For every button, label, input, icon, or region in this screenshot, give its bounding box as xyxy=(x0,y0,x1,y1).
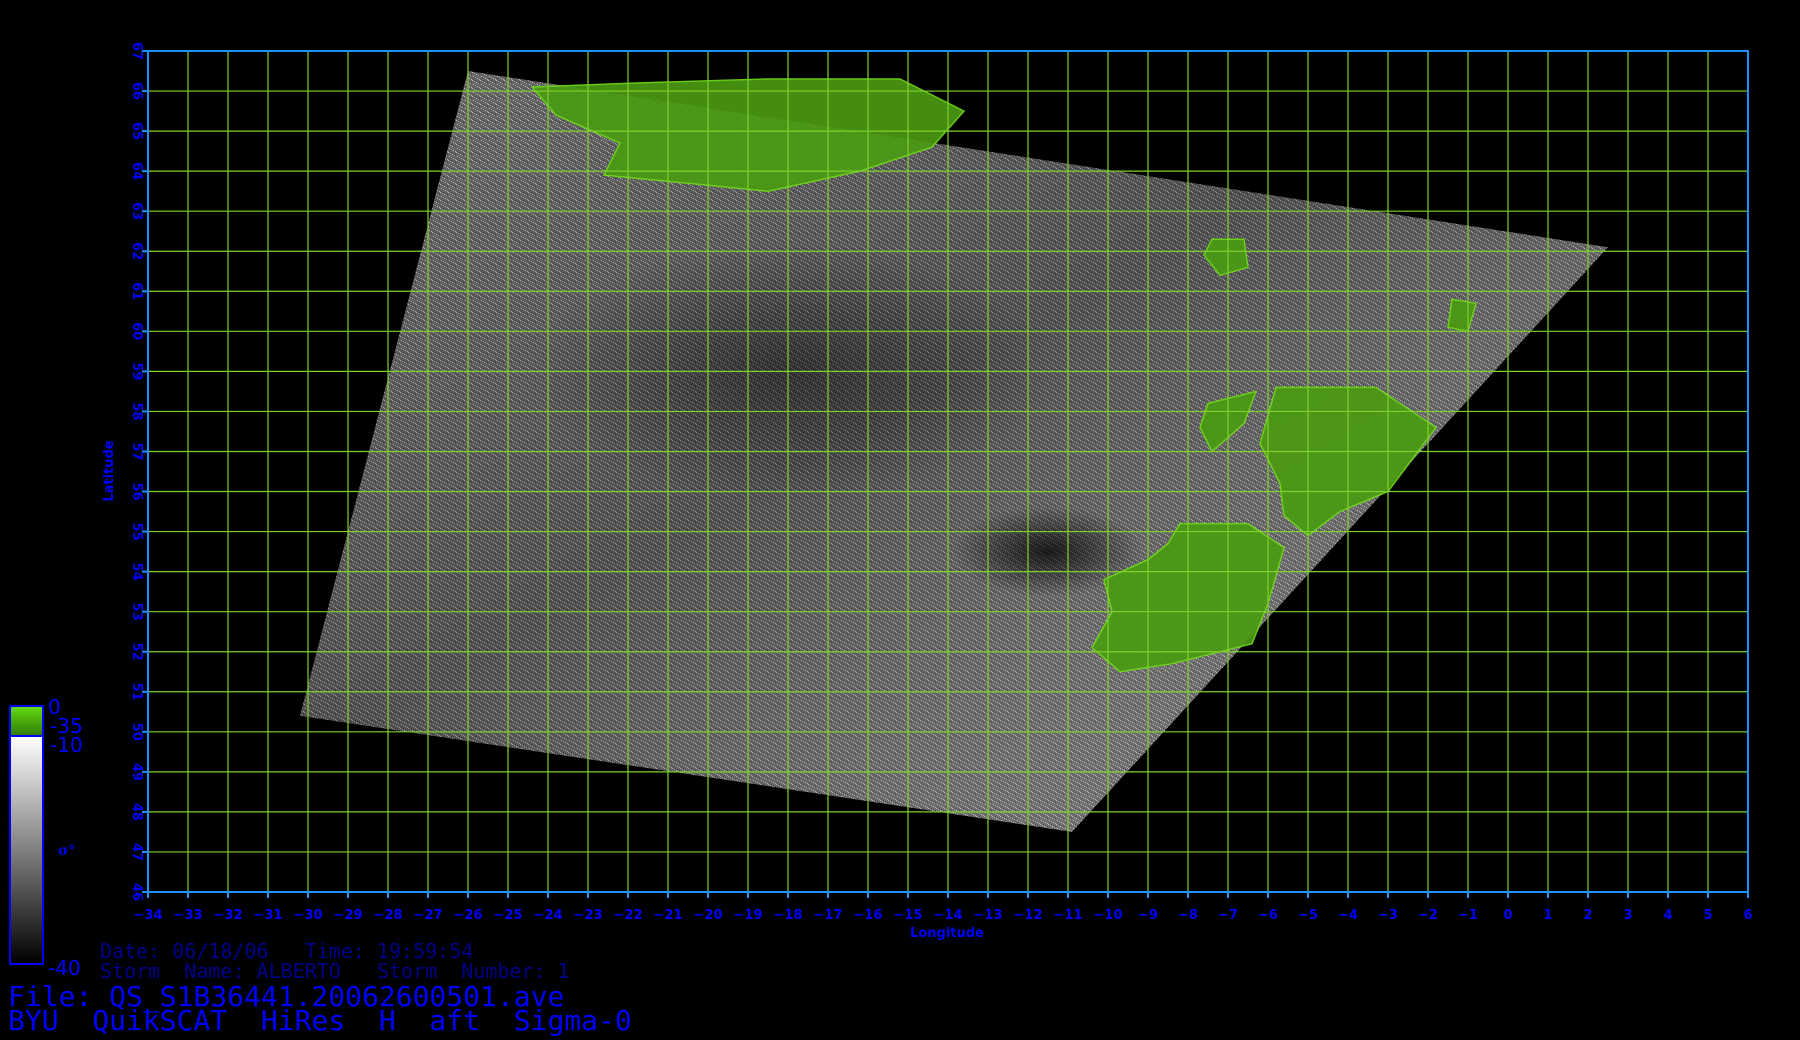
lon-tick-label: −14 xyxy=(934,908,963,923)
lon-tick-label: −27 xyxy=(414,908,443,923)
lat-tick-label: 49 xyxy=(129,763,144,781)
lon-tick-label: −22 xyxy=(614,908,643,923)
lat-tick-label: 59 xyxy=(129,362,144,380)
lat-tick-label: 61 xyxy=(129,282,144,300)
lon-tick-label: 4 xyxy=(1663,908,1672,923)
lat-tick-label: 63 xyxy=(129,202,144,220)
date-time-line: Date: 06/18/06 Time: 19:59:54 xyxy=(100,939,474,963)
lon-tick-label: −7 xyxy=(1218,908,1238,923)
lat-tick-label: 58 xyxy=(129,402,144,420)
lon-tick-label: −11 xyxy=(1054,908,1083,923)
lon-tick-label: 1 xyxy=(1543,908,1552,923)
lat-tick-label: 50 xyxy=(129,723,144,741)
lon-tick-label: −10 xyxy=(1094,908,1123,923)
lat-tick-label: 48 xyxy=(129,803,144,821)
lat-tick-label: 53 xyxy=(129,603,144,621)
lon-tick-label: 5 xyxy=(1703,908,1712,923)
lon-tick-label: −33 xyxy=(174,908,203,923)
lat-tick-label: 47 xyxy=(129,843,144,861)
lon-tick-label: −15 xyxy=(894,908,923,923)
lon-tick-label: −20 xyxy=(694,908,723,923)
lat-tick-label: 66 xyxy=(129,82,144,100)
lat-tick-label: 62 xyxy=(129,242,144,260)
x-axis-title: Longitude xyxy=(910,926,984,941)
lat-tick-label: 51 xyxy=(129,683,144,701)
lon-tick-label: −8 xyxy=(1178,908,1198,923)
lon-tick-label: −23 xyxy=(574,908,603,923)
lon-tick-label: −17 xyxy=(814,908,843,923)
lon-tick-label: −26 xyxy=(454,908,483,923)
lat-tick-label: 65 xyxy=(129,122,144,140)
lon-tick-label: 0 xyxy=(1503,908,1512,923)
lon-tick-label: −2 xyxy=(1418,908,1438,923)
lon-tick-label: −30 xyxy=(294,908,323,923)
lon-tick-label: −5 xyxy=(1298,908,1318,923)
colorbar-land-segment xyxy=(9,705,44,737)
lon-tick-label: 3 xyxy=(1623,908,1632,923)
lat-tick-label: 46 xyxy=(129,883,144,901)
lon-tick-label: −1 xyxy=(1458,908,1478,923)
colorbar-sigma-segment xyxy=(9,735,44,965)
lon-tick-label: −4 xyxy=(1338,908,1358,923)
lon-tick-label: −31 xyxy=(254,908,283,923)
storm-info-line: Storm Name: ALBERTO Storm Number: 1 xyxy=(100,959,570,983)
longitude-tick-labels: −34 −33 −32 −31 −30 −29 −28 −27 −26 −25 −24 −23 −22−… xyxy=(134,908,1753,923)
lon-tick-label: −19 xyxy=(734,908,763,923)
lon-tick-label: −16 xyxy=(854,908,883,923)
lat-tick-label: 60 xyxy=(129,322,144,340)
lat-tick-label: 54 xyxy=(129,563,144,581)
product-title-line: BYU QuikSCAT HiRes H aft Sigma-0 xyxy=(8,1004,632,1037)
lon-tick-label: −12 xyxy=(1014,908,1043,923)
latitude-tick-labels: 46 47 48 49 50 51 52 53 54 55 56 57 58 59 60 61 62 63 64 65… xyxy=(129,42,144,901)
lon-tick-label: −21 xyxy=(654,908,683,923)
colorbar-sigma-top-label: -10 xyxy=(50,733,83,757)
lon-tick-label: −6 xyxy=(1258,908,1278,923)
lon-tick-label: −13 xyxy=(974,908,1003,923)
lon-tick-label: −3 xyxy=(1378,908,1398,923)
lon-tick-label: 2 xyxy=(1583,908,1592,923)
colorbar-quantity-label: σ° xyxy=(58,843,76,859)
lon-tick-label: −24 xyxy=(534,908,563,923)
lat-tick-label: 56 xyxy=(129,482,144,500)
lat-tick-label: 57 xyxy=(129,442,144,460)
lon-tick-label: −34 xyxy=(134,908,163,923)
map-plot: −34 −33 −32 −31 −30 −29 −28 −27 −26 −25 −24 −23 −22−… xyxy=(9,42,1753,965)
y-axis-title: Latitude xyxy=(102,440,117,502)
lon-tick-label: −18 xyxy=(774,908,803,923)
lat-tick-label: 52 xyxy=(129,643,144,661)
lat-lon-grid xyxy=(147,50,1749,893)
lat-tick-label: 64 xyxy=(129,162,144,180)
lon-tick-label: −9 xyxy=(1138,908,1158,923)
lat-tick-label: 67 xyxy=(129,42,144,60)
lon-tick-label: −32 xyxy=(214,908,243,923)
colorbar xyxy=(9,705,44,965)
colorbar-sigma-bottom-label: -40 xyxy=(48,956,81,980)
lon-tick-label: −28 xyxy=(374,908,403,923)
lon-tick-label: −29 xyxy=(334,908,363,923)
lat-tick-label: 55 xyxy=(129,523,144,541)
lon-tick-label: 6 xyxy=(1743,908,1752,923)
lon-tick-label: −25 xyxy=(494,908,523,923)
